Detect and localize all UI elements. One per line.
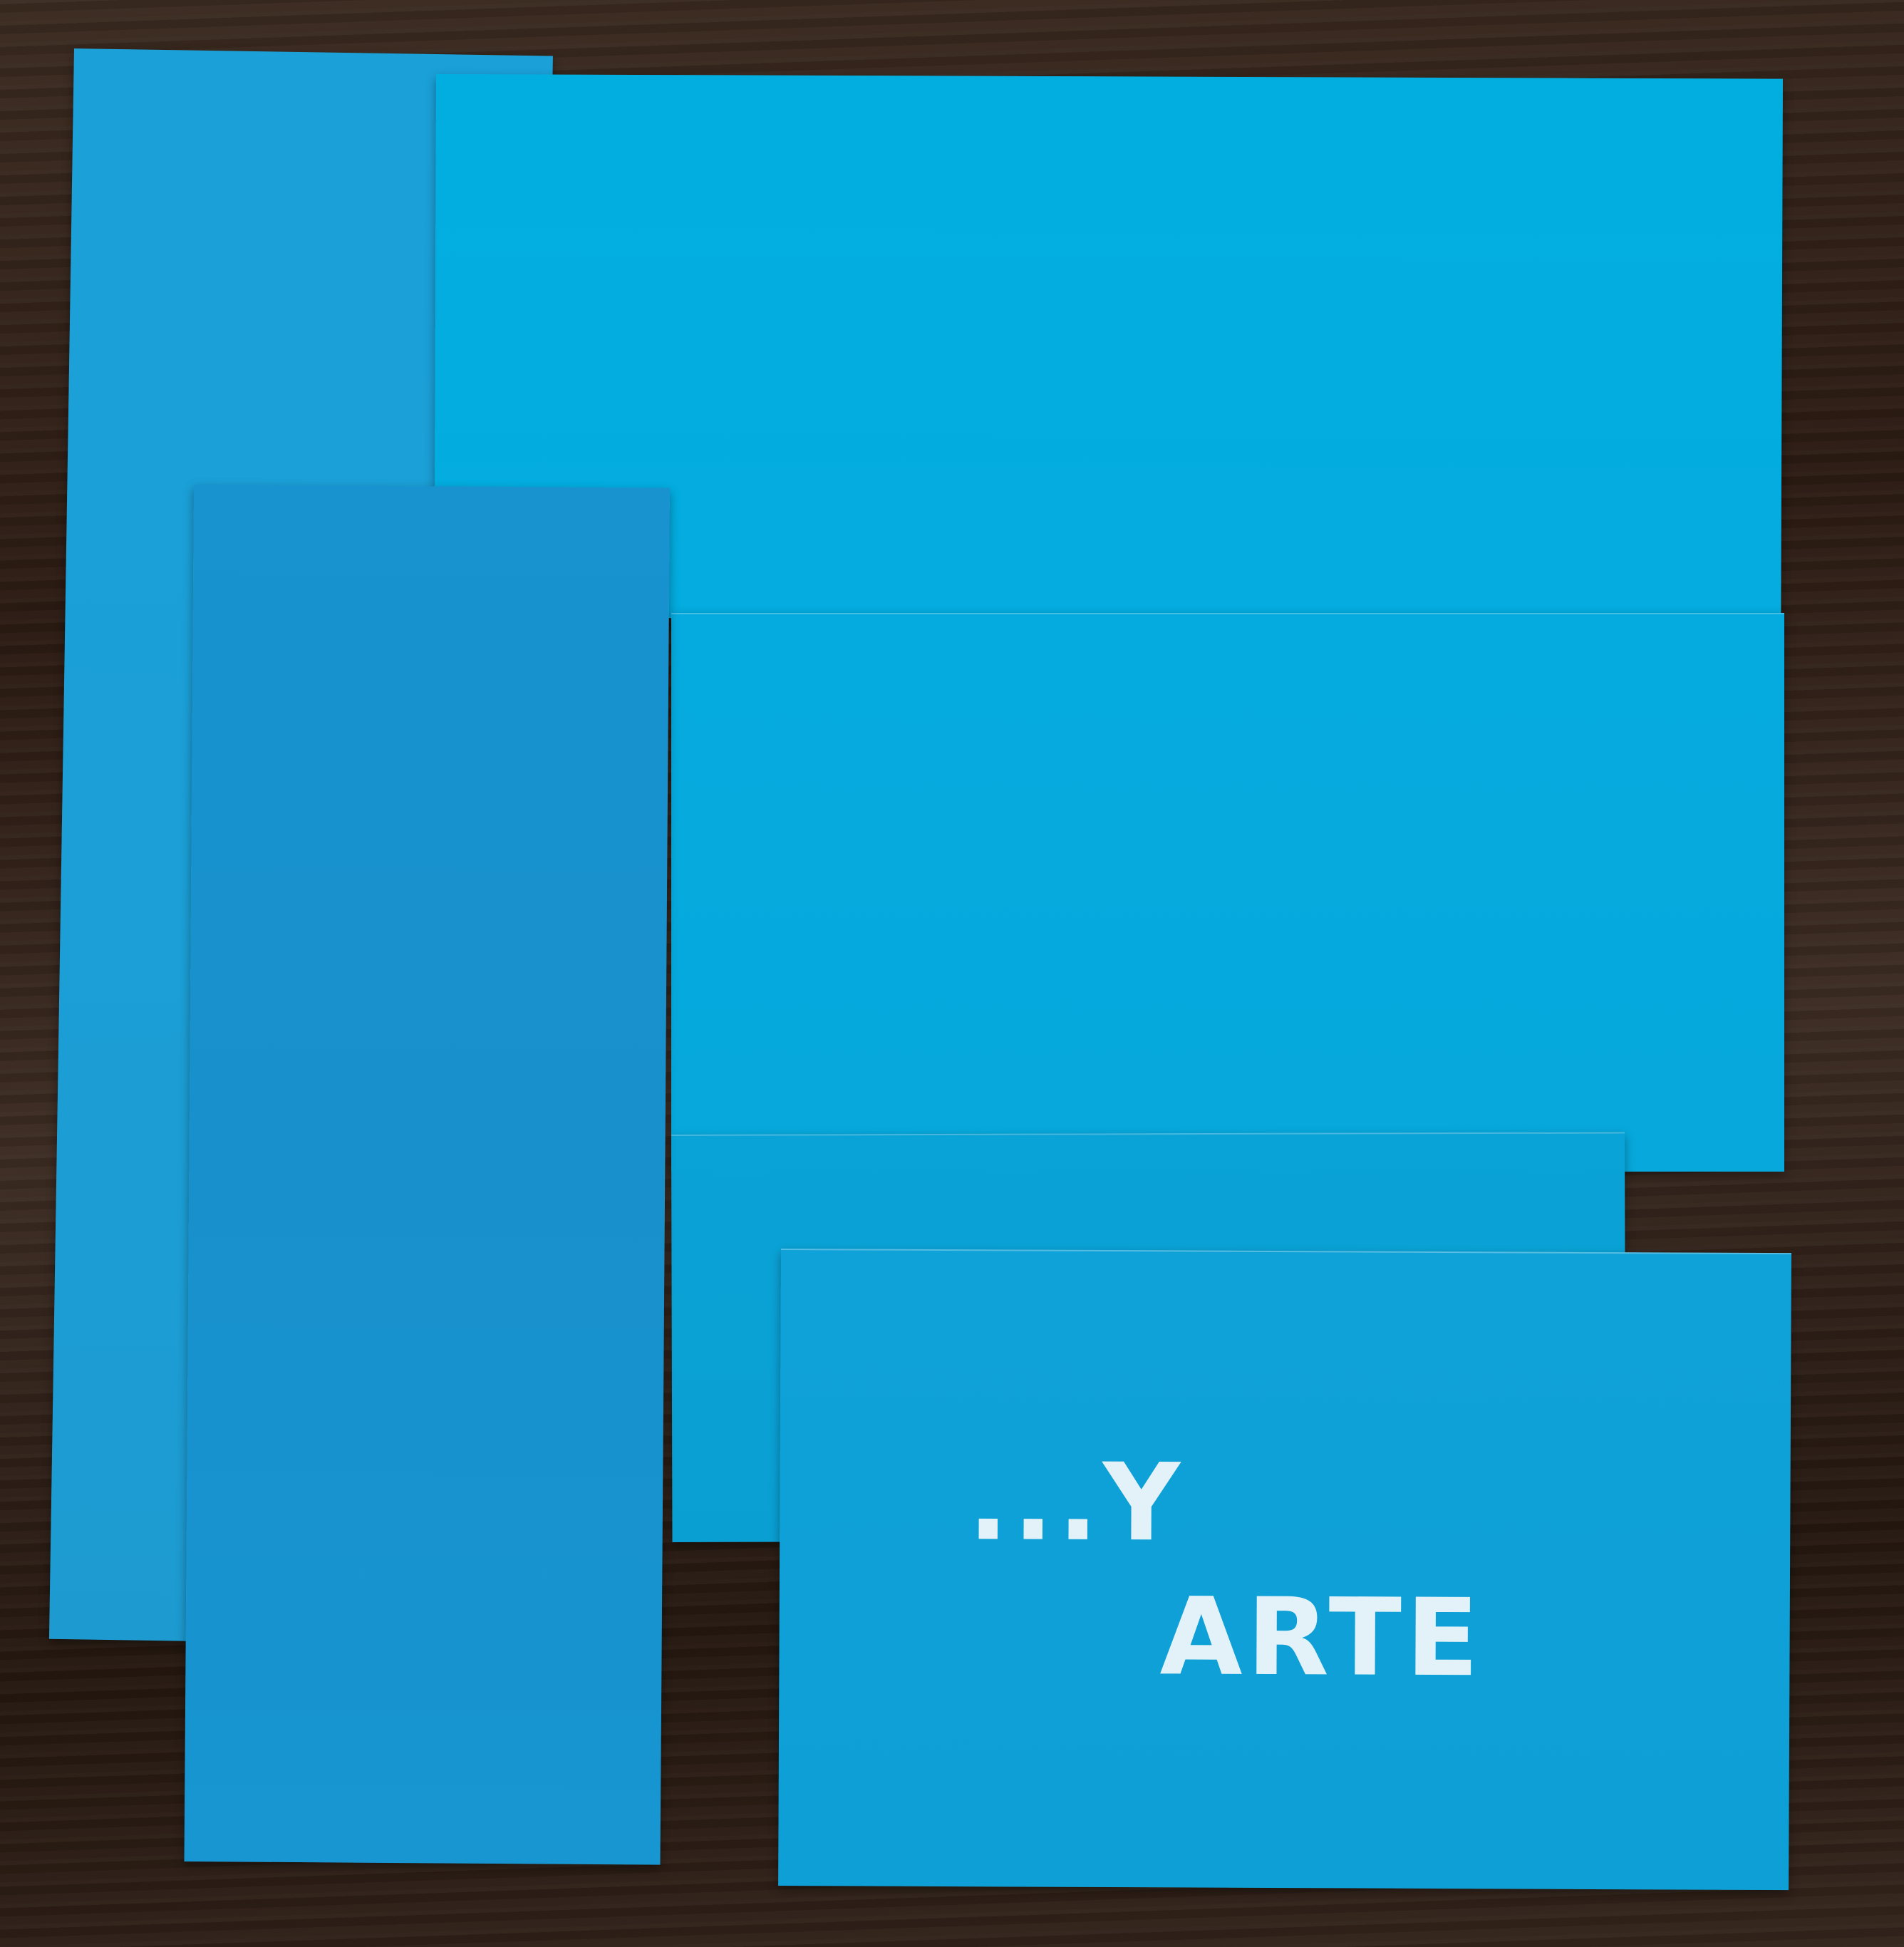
- title-line-1: ...Y: [968, 1440, 1185, 1566]
- title-card: ...Y ARTE: [778, 1249, 1791, 1891]
- wooden-table-background: ...Y ARTE: [0, 0, 1904, 1947]
- title-line-2: ARTE: [1159, 1575, 1484, 1701]
- dark-blue-column-card: [184, 485, 670, 1865]
- middle-wide-blue-card: [671, 613, 1784, 1172]
